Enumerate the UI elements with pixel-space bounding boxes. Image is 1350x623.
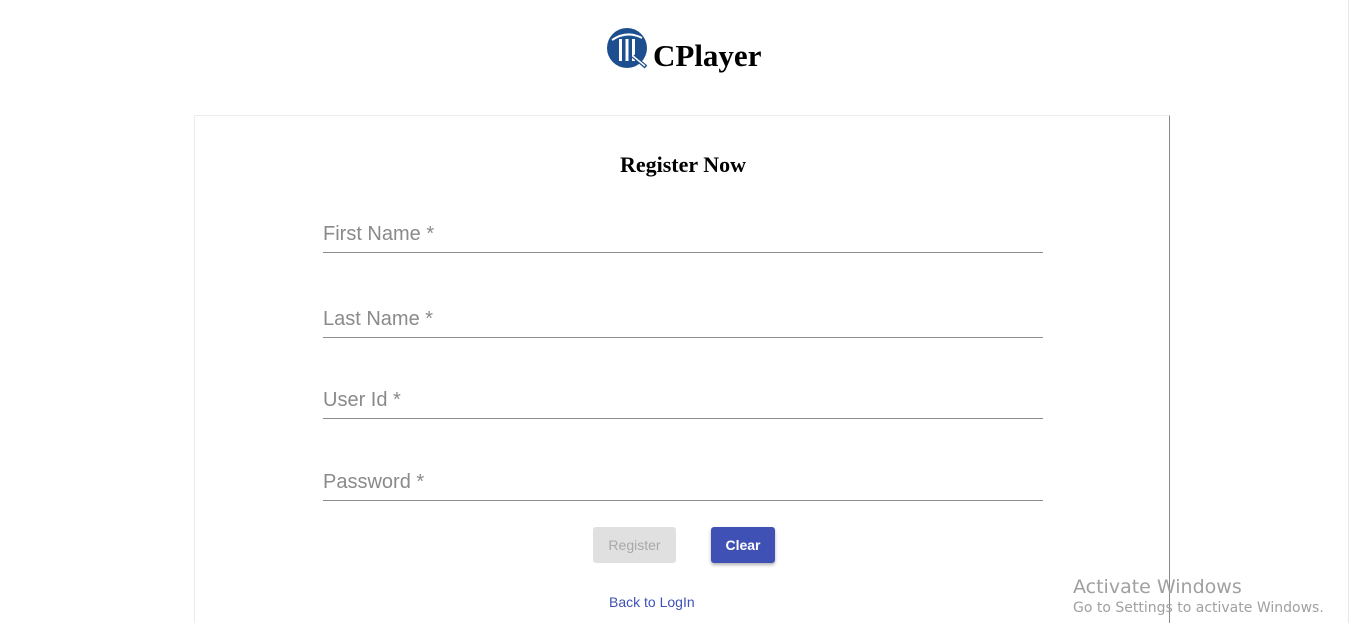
clear-button[interactable]: Clear [711,527,775,563]
register-card: Register Now Register Clear Back to LogI… [194,115,1170,623]
first-name-input[interactable] [323,216,1043,252]
brand-name: CPlayer [653,37,762,73]
user-id-input[interactable] [323,382,1043,418]
window-edge [1348,0,1349,623]
password-field-wrapper [323,464,1043,501]
form-title: Register Now [619,152,747,177]
last-name-field-wrapper [323,301,1043,338]
register-button[interactable]: Register [593,527,676,563]
last-name-input[interactable] [323,301,1043,337]
first-name-field-wrapper [323,216,1043,253]
brand-header: CPlayer [605,20,761,76]
page: CPlayer Register Now Register Clear Back… [0,0,1350,623]
user-id-field-wrapper [323,382,1043,419]
password-input[interactable] [323,464,1043,500]
back-to-login-link[interactable]: Back to LogIn [609,594,695,610]
cricket-wicket-logo-icon [607,28,648,69]
